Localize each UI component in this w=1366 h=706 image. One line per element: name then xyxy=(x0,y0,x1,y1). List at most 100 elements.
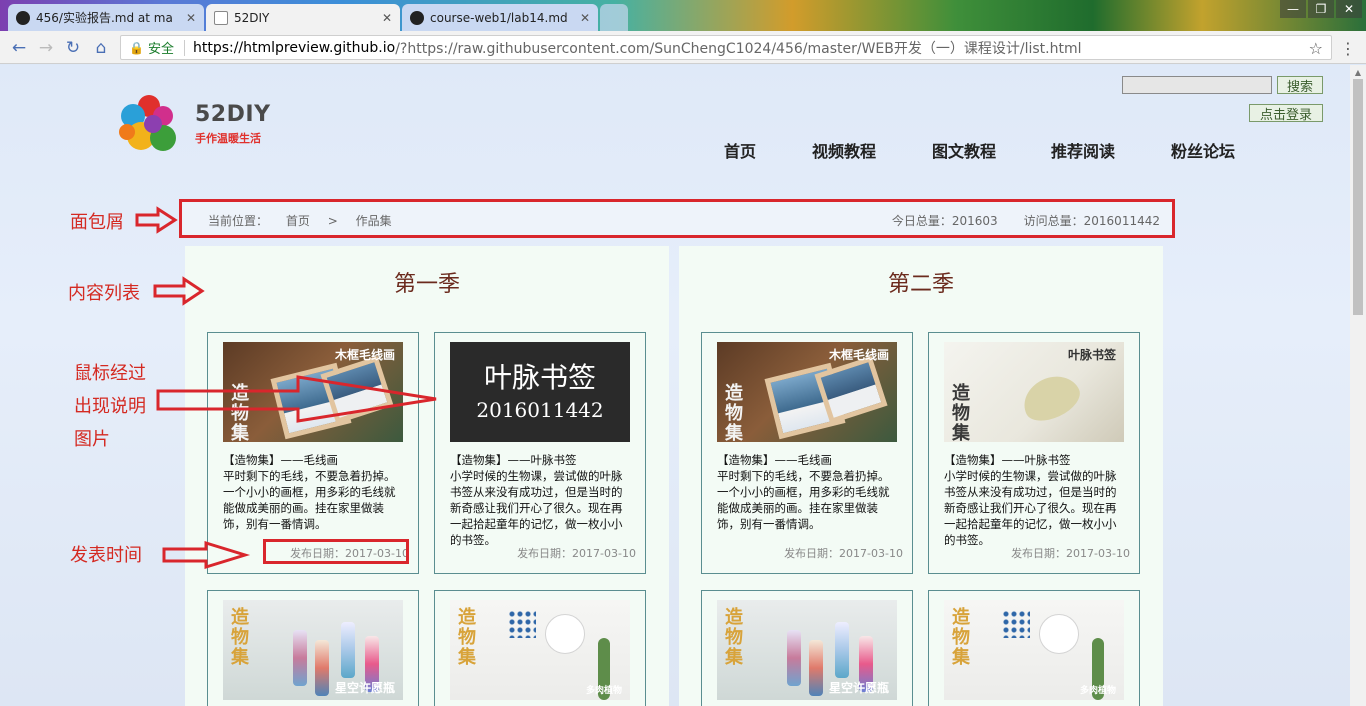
bottle-image xyxy=(809,640,823,696)
scroll-up-icon[interactable]: ▲ xyxy=(1350,65,1366,79)
thumb-label: 多肉植物 xyxy=(585,686,622,696)
nav-recommended-reading[interactable]: 推荐阅读 xyxy=(1051,138,1115,162)
dots-decoration xyxy=(1002,610,1030,638)
thumb-brand: 造物集 xyxy=(458,607,476,668)
browser-menu-icon[interactable]: ⋮ xyxy=(1340,39,1356,58)
thumb-brand: 造物集 xyxy=(231,607,249,668)
article-card[interactable]: 叶脉书签 造物集 【造物集】——叶脉书签 小学时候的生物课，尝试做的叶脉书签从来… xyxy=(928,332,1140,574)
nav-home[interactable]: 首页 xyxy=(724,138,756,162)
thumb-brand: 造物集 xyxy=(725,383,743,443)
thumb-brand: 造物集 xyxy=(231,383,249,443)
today-count: 今日总量：201603 xyxy=(891,214,998,228)
card-description: 小学时候的生物课，尝试做的叶脉书签从来没有成功过，但是当时的新奇感让我们开心了很… xyxy=(944,469,1117,547)
card-thumbnail[interactable]: 叶脉书签 造物集 xyxy=(944,342,1124,442)
article-card[interactable]: 叶脉书签 2016011442 【造物集】——叶脉书签 小学时候的生物课，尝试做… xyxy=(434,332,646,574)
logo-title: 52DIY xyxy=(195,102,271,127)
site-logo[interactable]: 52DIY 手作温暖生活 xyxy=(117,92,277,158)
close-window-button[interactable]: ✕ xyxy=(1336,0,1362,18)
card-thumbnail[interactable]: 造物集 星空许愿瓶 xyxy=(223,600,403,700)
breadcrumb-path: 当前位置： 首页 > 作品集 xyxy=(208,212,406,229)
web-page: 52DIY 手作温暖生活 搜索 点击登录 首页 视频教程 图文教程 推荐阅读 粉… xyxy=(0,65,1350,706)
thumb-brand: 造物集 xyxy=(725,607,743,668)
card-thumbnail[interactable]: 造物集 星空许愿瓶 xyxy=(717,600,897,700)
close-tab-icon[interactable]: ✕ xyxy=(186,11,196,25)
card-title[interactable]: 【造物集】——叶脉书签 xyxy=(450,452,632,468)
url-divider xyxy=(183,39,185,56)
tab-title: 52DIY xyxy=(234,10,270,25)
logo-mark-icon xyxy=(119,95,176,151)
nav-image-tutorials[interactable]: 图文教程 xyxy=(932,138,996,162)
search-input[interactable] xyxy=(1122,76,1272,94)
bookmark-star-icon[interactable]: ☆ xyxy=(1309,39,1323,58)
thumb-label: 木框毛线画 xyxy=(828,348,889,362)
card-description: 平时剩下的毛线，不要急着扔掉。一个小小的画框，用多彩的毛线就能做成美丽的画。挂在… xyxy=(223,469,396,531)
back-button[interactable]: ← xyxy=(8,37,30,59)
nav-fan-forum[interactable]: 粉丝论坛 xyxy=(1171,138,1235,162)
thumb-label: 木框毛线画 xyxy=(334,348,395,362)
restore-button[interactable]: ❐ xyxy=(1308,0,1334,18)
arrow-breadcrumb-icon xyxy=(135,206,178,234)
logo-subtitle: 手作温暖生活 xyxy=(195,132,261,145)
total-visits: 访问总量：2016011442 xyxy=(1023,214,1160,228)
article-card[interactable]: 造物集 星空许愿瓶 xyxy=(701,590,913,706)
breadcrumb: 当前位置： 首页 > 作品集 今日总量：201603 访问总量：201601144… xyxy=(179,199,1175,238)
annotation-content-list: 内容列表 xyxy=(68,283,140,304)
thumb-label: 叶脉书签 xyxy=(1067,348,1116,362)
close-tab-icon[interactable]: ✕ xyxy=(580,11,590,25)
article-card[interactable]: 木框毛线画 造物集 【造物集】——毛线画 平时剩下的毛线，不要急着扔掉。一个小小… xyxy=(701,332,913,574)
card-date: 发布日期：2017-03-10 xyxy=(517,547,636,560)
thumb-brand: 造物集 xyxy=(952,383,970,443)
article-card[interactable]: 造物集 多肉植物 xyxy=(928,590,1140,706)
new-tab-button[interactable] xyxy=(600,4,628,31)
tab-title: 456/实验报告.md at ma xyxy=(36,11,173,25)
reload-button[interactable]: ↻ xyxy=(62,37,84,59)
bottle-image xyxy=(787,630,801,686)
annotation-hover-2: 出现说明 xyxy=(74,396,146,417)
tab-title: course-web1/lab14.md xyxy=(430,10,568,25)
breadcrumb-label: 当前位置： xyxy=(208,214,269,228)
page-icon xyxy=(214,10,228,25)
plate-image xyxy=(545,614,585,654)
article-card[interactable]: 木框毛线画 造物集 【造物集】——毛线画 平时剩下的毛线，不要急着扔掉。一个小小… xyxy=(207,332,419,574)
bottle-image xyxy=(293,630,307,686)
thumb-brand: 造物集 xyxy=(952,607,970,668)
home-button[interactable]: ⌂ xyxy=(90,37,112,59)
close-tab-icon[interactable]: ✕ xyxy=(382,11,392,25)
card-thumbnail[interactable]: 木框毛线画 造物集 xyxy=(717,342,897,442)
url-input[interactable]: 🔒 安全 https://htmlpreview.github.io/?http… xyxy=(120,35,1332,60)
login-button[interactable]: 点击登录 xyxy=(1249,104,1323,123)
plate-image xyxy=(1039,614,1079,654)
tab-52diy[interactable]: 52DIY ✕ xyxy=(206,4,400,31)
article-card[interactable]: 造物集 星空许愿瓶 xyxy=(207,590,419,706)
bottle-image xyxy=(341,622,355,678)
breadcrumb-current: 作品集 xyxy=(355,214,392,228)
card-thumbnail[interactable]: 木框毛线画 造物集 xyxy=(223,342,403,442)
thumb-label: 多肉植物 xyxy=(1079,686,1116,696)
card-title[interactable]: 【造物集】——叶脉书签 xyxy=(944,452,1126,468)
github-icon xyxy=(410,10,424,25)
search-button[interactable]: 搜索 xyxy=(1277,76,1323,95)
tab-course-web1[interactable]: course-web1/lab14.md ✕ xyxy=(402,4,598,31)
breadcrumb-home-link[interactable]: 首页 xyxy=(286,214,310,228)
forward-button[interactable]: → xyxy=(35,37,57,59)
card-thumbnail-hover[interactable]: 叶脉书签 2016011442 xyxy=(450,342,630,442)
article-card[interactable]: 造物集 多肉植物 xyxy=(434,590,646,706)
main-nav: 首页 视频教程 图文教程 推荐阅读 粉丝论坛 xyxy=(700,138,1260,162)
thumb-label: 星空许愿瓶 xyxy=(828,681,889,695)
card-date: 发布日期：2017-03-10 xyxy=(784,547,903,560)
card-thumbnail[interactable]: 造物集 多肉植物 xyxy=(450,600,630,700)
scroll-thumb[interactable] xyxy=(1353,79,1363,315)
card-title[interactable]: 【造物集】——毛线画 xyxy=(223,452,405,468)
tab-github-report[interactable]: 456/实验报告.md at ma ✕ xyxy=(8,4,204,31)
bottle-image xyxy=(315,640,329,696)
card-title[interactable]: 【造物集】——毛线画 xyxy=(717,452,899,468)
minimize-button[interactable]: — xyxy=(1280,0,1306,18)
season-title: 第一季 xyxy=(393,272,460,297)
page-scrollbar[interactable]: ▲ xyxy=(1350,65,1366,706)
visit-stats: 今日总量：201603 访问总量：2016011442 xyxy=(892,212,1160,229)
window-controls: — ❐ ✕ xyxy=(1280,0,1362,18)
nav-video-tutorials[interactable]: 视频教程 xyxy=(812,138,876,162)
dots-decoration xyxy=(508,610,536,638)
card-thumbnail[interactable]: 造物集 多肉植物 xyxy=(944,600,1124,700)
bottle-image xyxy=(835,622,849,678)
